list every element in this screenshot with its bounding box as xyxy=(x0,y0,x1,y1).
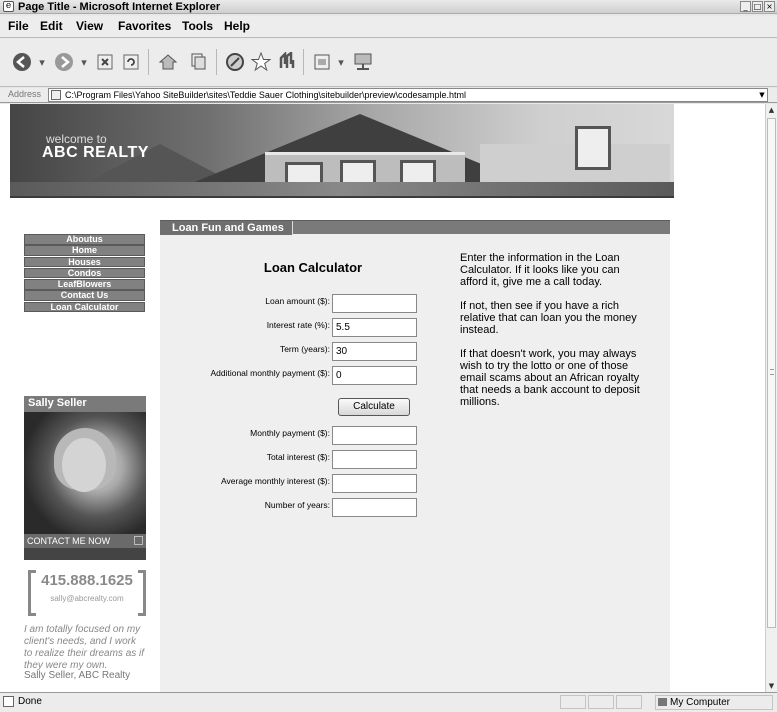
window-title: Page Title - Microsoft Internet Explorer xyxy=(18,1,221,13)
messenger-icon[interactable] xyxy=(350,49,376,75)
interest-rate-input[interactable]: 5.5 xyxy=(332,318,417,337)
average-interest-row: Average monthly interest ($): xyxy=(160,472,490,494)
monthly-payment-field[interactable] xyxy=(332,426,417,445)
search-icon[interactable] xyxy=(222,49,248,75)
banner-brand: ABC REALTY xyxy=(42,144,149,161)
copy-page-icon[interactable] xyxy=(185,49,211,75)
nav-aboutus[interactable]: Aboutus xyxy=(24,234,145,245)
total-interest-row: Total interest ($): xyxy=(160,448,490,470)
site-banner: welcome to ABC REALTY xyxy=(10,104,674,198)
arrow-icon xyxy=(134,536,143,545)
average-interest-label: Average monthly interest ($): xyxy=(221,476,330,486)
scroll-up-icon[interactable]: ▲ xyxy=(766,104,777,116)
monthly-payment-label: Monthly payment ($): xyxy=(250,428,330,438)
site-nav: Aboutus Home Houses Condos LeafBlowers C… xyxy=(24,234,145,313)
average-interest-field[interactable] xyxy=(332,474,417,493)
contact-me-link[interactable]: CONTACT ME NOW xyxy=(24,534,146,548)
term-input[interactable]: 30 xyxy=(332,342,417,361)
total-interest-label: Total interest ($): xyxy=(266,452,330,462)
main-panel: Loan Fun and Games Loan Calculator Loan … xyxy=(160,220,670,692)
menu-help[interactable]: Help xyxy=(224,19,250,33)
total-interest-field[interactable] xyxy=(332,450,417,469)
calculator-title: Loan Calculator xyxy=(263,260,363,275)
forward-dropdown-icon[interactable]: ▾ xyxy=(78,49,90,75)
nav-leafblowers[interactable]: LeafBlowers xyxy=(24,279,145,290)
browser-window: e Page Title - Microsoft Internet Explor… xyxy=(0,0,777,712)
page-icon xyxy=(51,90,61,100)
address-dropdown-icon[interactable]: ▼ xyxy=(757,89,767,101)
interest-rate-row: Interest rate (%): 5.5 xyxy=(160,316,490,338)
forward-icon[interactable] xyxy=(50,49,78,75)
ie-logo-icon: e xyxy=(3,1,14,12)
menu-favorites[interactable]: Favorites xyxy=(118,19,171,33)
address-bar: Address C:\Program Files\Yahoo SiteBuild… xyxy=(0,88,777,103)
number-of-years-label: Number of years: xyxy=(264,500,330,510)
title-bar: e Page Title - Microsoft Internet Explor… xyxy=(0,0,777,14)
agent-quote: I am totally focused on my client's need… xyxy=(24,624,145,671)
info-paragraph: If that doesn't work, you may always wis… xyxy=(460,348,640,408)
monthly-payment-row: Monthly payment ($): xyxy=(160,424,490,446)
nav-contact-us[interactable]: Contact Us xyxy=(24,290,145,301)
term-row: Term (years): 30 xyxy=(160,340,490,362)
stop-icon[interactable] xyxy=(92,49,118,75)
menu-tools[interactable]: Tools xyxy=(182,19,213,33)
agent-photo xyxy=(24,412,146,534)
calculate-button[interactable]: Calculate xyxy=(338,398,410,416)
additional-payment-input[interactable]: 0 xyxy=(332,366,417,385)
info-paragraph: Enter the information in the Loan Calcul… xyxy=(460,252,620,288)
agent-profile: Sally Seller CONTACT ME NOW xyxy=(24,396,146,560)
phone-number: 415.888.1625 xyxy=(41,572,133,589)
security-zone: My Computer xyxy=(655,695,773,710)
address-input[interactable]: C:\Program Files\Yahoo SiteBuilder\sites… xyxy=(48,88,768,102)
loan-amount-input[interactable] xyxy=(332,294,417,313)
nav-houses[interactable]: Houses xyxy=(24,256,145,268)
nav-condos[interactable]: Condos xyxy=(24,267,145,279)
number-of-years-row: Number of years: xyxy=(160,496,490,518)
home-icon[interactable] xyxy=(155,49,181,75)
additional-payment-row: Additional monthly payment ($): 0 xyxy=(160,364,490,386)
loan-amount-row: Loan amount ($): xyxy=(160,292,490,314)
toolbar: ▾ ▾ ▾ xyxy=(0,39,777,87)
contact-label: CONTACT ME NOW xyxy=(27,536,111,546)
interest-rate-label: Interest rate (%): xyxy=(266,320,330,330)
status-text: Done xyxy=(18,696,42,707)
back-icon[interactable] xyxy=(8,49,36,75)
address-label: Address xyxy=(8,89,42,99)
menu-bar: File Edit View Favorites Tools Help xyxy=(0,16,777,38)
menu-edit[interactable]: Edit xyxy=(40,19,63,33)
mail-dropdown-icon[interactable]: ▾ xyxy=(335,49,347,75)
section-title: Loan Fun and Games xyxy=(160,221,293,235)
favorites-star-icon[interactable] xyxy=(248,49,274,75)
minimize-button[interactable]: _ xyxy=(740,1,751,12)
scroll-down-icon[interactable]: ▼ xyxy=(766,680,777,692)
term-label: Term (years): xyxy=(279,344,330,354)
maximize-button[interactable]: □ xyxy=(752,1,763,12)
info-text: Enter the information in the Loan Calcul… xyxy=(460,252,650,420)
status-bar: Done My Computer xyxy=(0,692,777,712)
vertical-scrollbar[interactable]: ▲ ▼ xyxy=(765,104,777,692)
nav-loan-calculator[interactable]: Loan Calculator xyxy=(24,301,145,313)
number-of-years-field[interactable] xyxy=(332,498,417,517)
additional-payment-label: Additional monthly payment ($): xyxy=(210,368,330,378)
agent-name: Sally Seller xyxy=(24,396,146,412)
refresh-icon[interactable] xyxy=(118,49,144,75)
address-url: C:\Program Files\Yahoo SiteBuilder\sites… xyxy=(65,90,467,100)
mail-icon[interactable] xyxy=(309,49,335,75)
back-dropdown-icon[interactable]: ▾ xyxy=(36,49,48,75)
menu-view[interactable]: View xyxy=(76,19,103,33)
email-link[interactable]: sally@abcrealty.com xyxy=(28,594,146,603)
scroll-thumb[interactable] xyxy=(767,118,776,628)
close-button[interactable]: × xyxy=(764,1,775,12)
loan-amount-label: Loan amount ($): xyxy=(265,296,330,306)
phone-box: 415.888.1625 sally@abcrealty.com xyxy=(28,568,146,622)
info-paragraph: If not, then see if you have a rich rela… xyxy=(460,300,637,336)
nav-home[interactable]: Home xyxy=(24,245,145,256)
history-icon[interactable] xyxy=(274,49,300,75)
page-viewport: welcome to ABC REALTY Aboutus Home House… xyxy=(0,104,765,692)
agent-signature: Sally Seller, ABC Realty xyxy=(24,670,131,681)
menu-file[interactable]: File xyxy=(8,19,29,33)
page-status-icon xyxy=(3,696,14,707)
